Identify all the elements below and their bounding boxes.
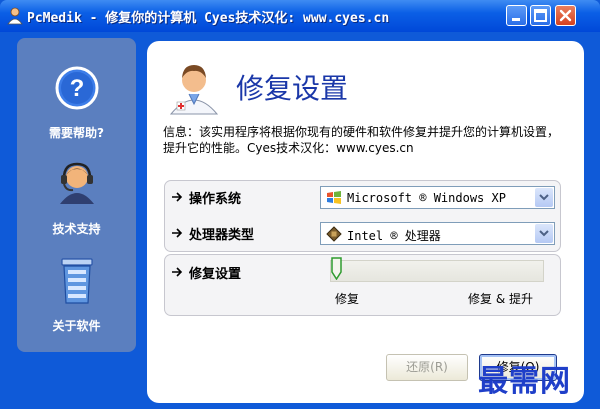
processor-chip-icon	[326, 226, 342, 242]
slider-min-label: 修复	[335, 292, 360, 306]
pcmedik-app-icon	[7, 7, 23, 25]
repair-label: 修复设置	[189, 267, 242, 282]
cpu-select-value: Intel ® 处理器	[347, 229, 441, 243]
restore-button[interactable]: 还原(R)	[386, 354, 468, 381]
sidebar: ? 需要帮助? 技术支持 关于软件	[17, 38, 136, 352]
cpu-label: 处理器类型	[189, 228, 255, 243]
arrow-right-icon	[172, 228, 183, 238]
watermark-logo: 最需网	[478, 364, 571, 399]
os-dropdown-button[interactable]	[535, 188, 553, 207]
sidebar-item-label: 技术支持	[52, 222, 101, 236]
arrow-right-icon	[172, 267, 183, 277]
info-text: 信息：该实用程序将根据你现有的硬件和软件修复并提升您的计算机设置，提升它的性能。…	[163, 125, 560, 155]
arrow-right-icon	[172, 192, 183, 202]
sidebar-item-label: 关于软件	[52, 319, 101, 333]
doctor-icon	[169, 65, 219, 115]
svg-text:?: ?	[69, 75, 84, 102]
title-bar[interactable]: PcMedik - 修复你的计算机 Cyes技术汉化: www.cyes.cn	[0, 0, 600, 32]
slider-max-label: 修复 & 提升	[468, 292, 533, 306]
app-window: PcMedik - 修复你的计算机 Cyes技术汉化: www.cyes.cn …	[0, 0, 600, 409]
sidebar-item-about[interactable]	[17, 256, 136, 310]
about-trash-icon	[60, 258, 93, 304]
chevron-down-icon	[539, 230, 549, 237]
cpu-select[interactable]: Intel ® 处理器	[320, 222, 555, 245]
os-label: 操作系统	[189, 192, 242, 207]
page-title: 修复设置	[236, 72, 349, 105]
maximize-icon	[534, 9, 547, 22]
slider-thumb[interactable]	[331, 257, 342, 280]
minimize-icon	[512, 18, 520, 21]
windows-logo-icon	[327, 191, 341, 204]
support-headset-icon	[59, 162, 94, 204]
sidebar-item-support[interactable]	[17, 160, 136, 210]
repair-level-slider[interactable]	[330, 260, 544, 282]
window-title: PcMedik - 修复你的计算机 Cyes技术汉化: www.cyes.cn	[27, 11, 390, 26]
sidebar-item-help[interactable]: ?	[17, 66, 136, 114]
chevron-down-icon	[539, 194, 549, 201]
close-button[interactable]	[555, 5, 576, 26]
cpu-dropdown-button[interactable]	[535, 224, 553, 243]
os-select-value: Microsoft ® Windows XP	[347, 191, 506, 205]
os-select[interactable]: Microsoft ® Windows XP	[320, 186, 555, 209]
close-icon	[559, 9, 572, 22]
minimize-button[interactable]	[506, 5, 527, 26]
sidebar-item-label: 需要帮助?	[49, 126, 104, 140]
maximize-button[interactable]	[530, 5, 551, 26]
help-icon: ?	[55, 66, 98, 110]
